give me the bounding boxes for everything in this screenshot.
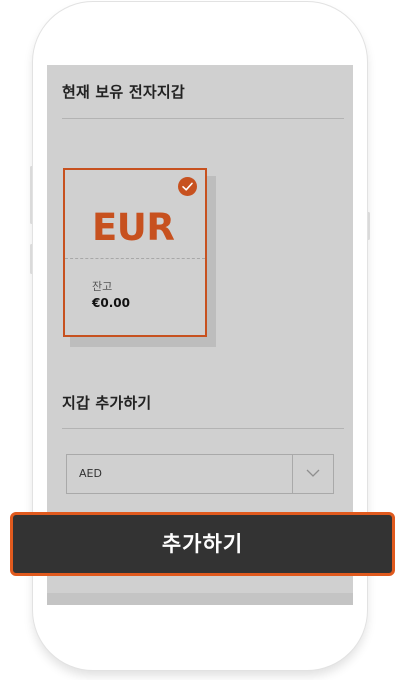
add-wallet-title: 지갑 추가하기 [62, 394, 152, 412]
phone-power-button [367, 212, 370, 240]
section-divider [62, 428, 344, 429]
add-wallet-button[interactable]: 추가하기 [10, 512, 395, 576]
wallet-currency-code: EUR [92, 206, 175, 249]
select-toggle[interactable] [292, 455, 333, 493]
bottom-strip [47, 593, 353, 605]
wallet-card-eur[interactable]: EUR 잔고 €0.00 [63, 168, 207, 337]
current-wallets-title: 현재 보유 전자지갑 [62, 83, 185, 101]
currency-select-value: AED [79, 467, 102, 480]
check-circle-icon [178, 177, 197, 196]
chevron-down-icon [306, 469, 320, 477]
balance-label: 잔고 [92, 280, 113, 293]
currency-select[interactable]: AED [66, 454, 334, 494]
stage: 현재 보유 전자지갑 EUR 잔고 €0.00 지갑 추가하기 AED 추가하기 [0, 0, 400, 680]
section-divider [62, 118, 344, 119]
balance-value: €0.00 [92, 296, 130, 310]
card-dashed-divider [65, 258, 205, 259]
